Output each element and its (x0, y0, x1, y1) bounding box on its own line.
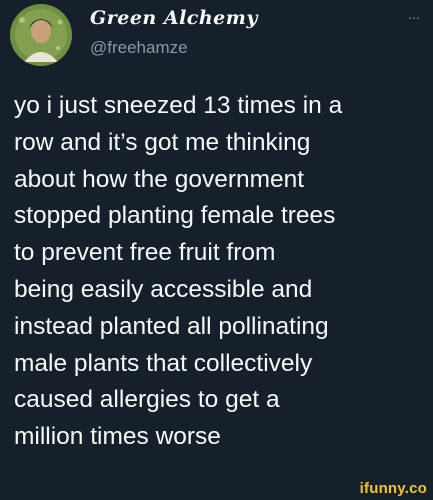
display-name[interactable]: Green Alchemy (90, 6, 258, 30)
tweet-card: Green Alchemy @freehamze … yo i just sne… (0, 0, 433, 500)
more-options-icon[interactable]: … (408, 8, 421, 22)
user-handle[interactable]: @freehamze (90, 36, 258, 60)
avatar-image (10, 4, 72, 66)
tweet-text: yo i just sneezed 13 times in a row and … (14, 92, 343, 451)
tweet-header: Green Alchemy @freehamze … (10, 4, 425, 76)
tweet-author: Green Alchemy @freehamze (90, 6, 258, 60)
avatar[interactable] (10, 4, 72, 66)
ifunny-watermark: ifunny.co (359, 480, 427, 497)
